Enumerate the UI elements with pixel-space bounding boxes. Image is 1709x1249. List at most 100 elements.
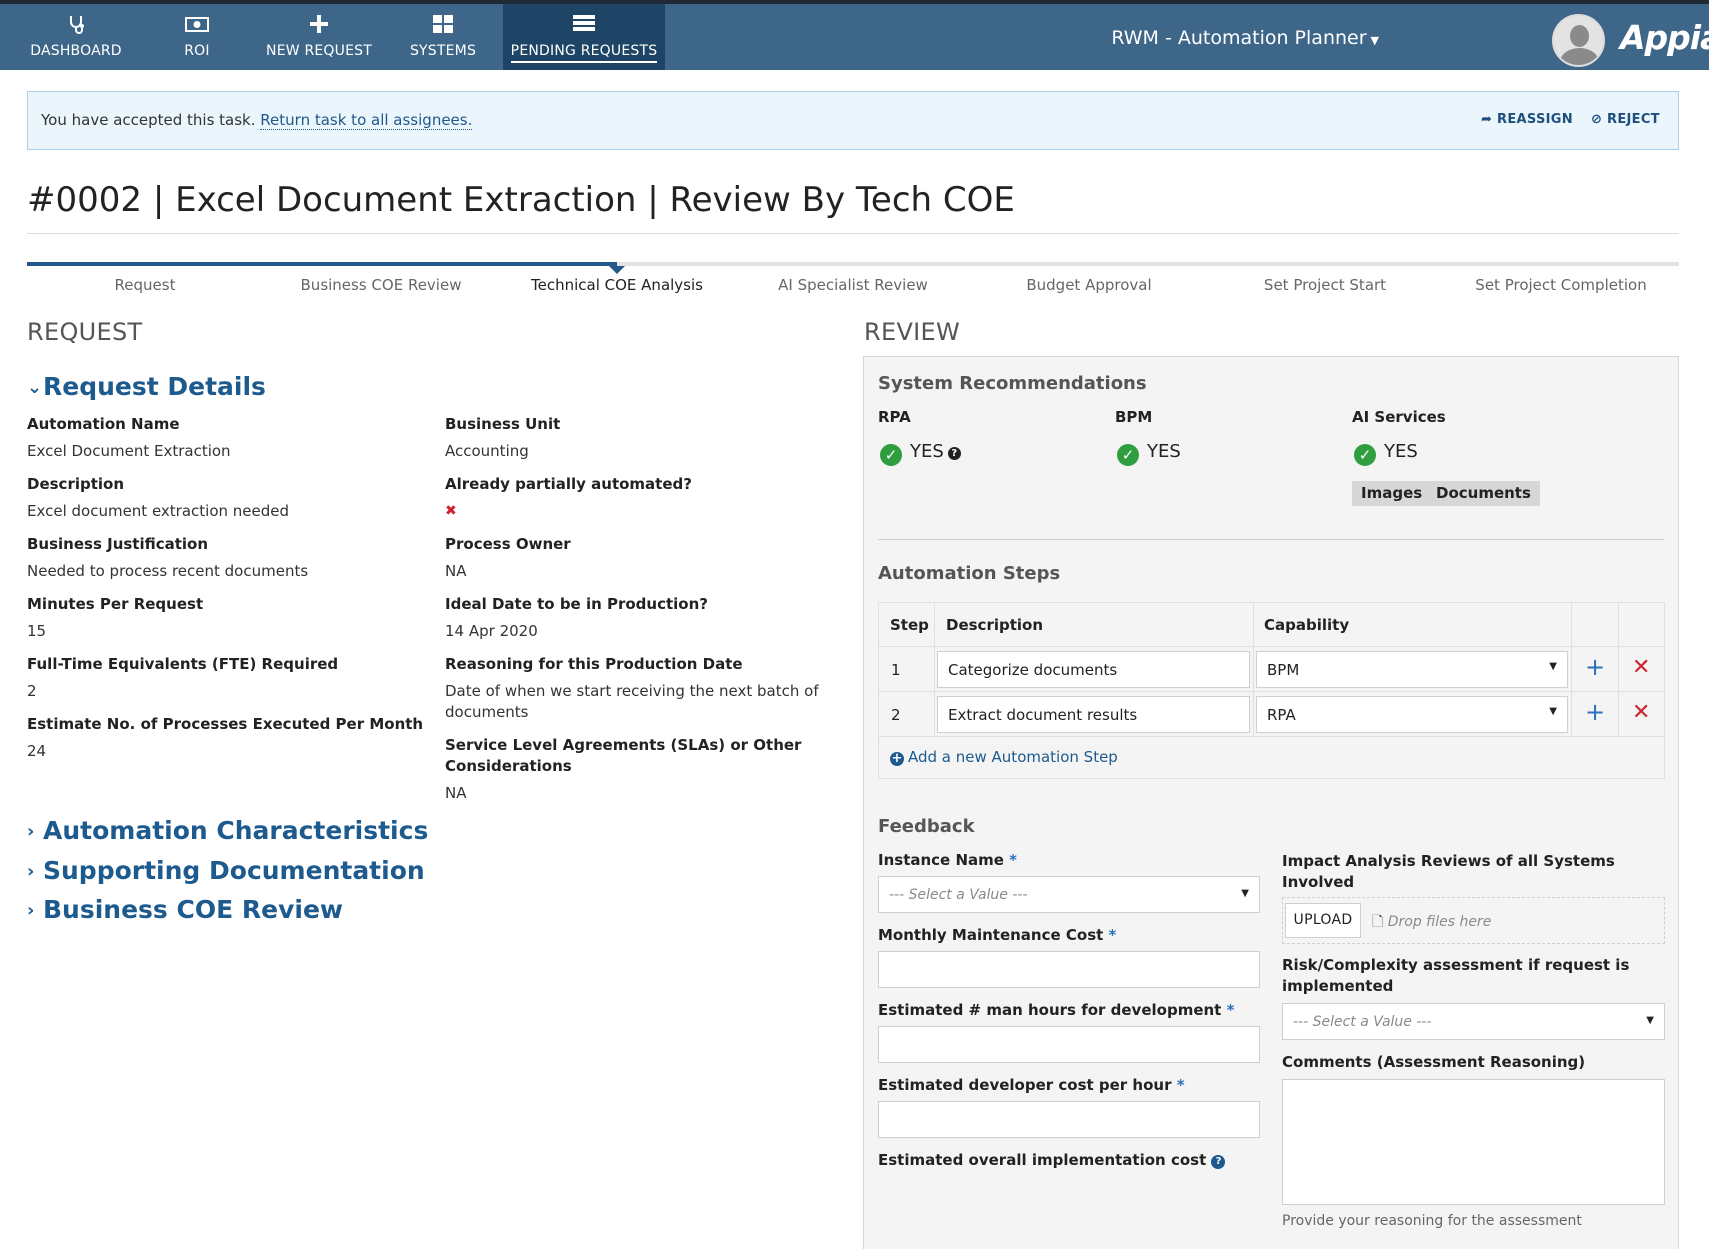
upload-button[interactable]: UPLOAD bbox=[1285, 903, 1361, 938]
reject-label: REJECT bbox=[1607, 112, 1660, 127]
field-label: Full-Time Equivalents (FTE) Required bbox=[27, 655, 339, 673]
avatar-body-shape bbox=[1560, 48, 1599, 65]
step-number: 1 bbox=[891, 661, 901, 679]
instance-name-select[interactable]: --- Select a Value --- ▼ bbox=[878, 876, 1260, 913]
label-text: Estimated developer cost per hour bbox=[878, 1076, 1172, 1094]
nav-roi[interactable]: ROI bbox=[165, 4, 229, 70]
field-value: 15 bbox=[27, 622, 47, 640]
overall-cost-label: Estimated overall implementation cost ? bbox=[878, 1151, 1226, 1169]
question-circle-icon[interactable]: ? bbox=[947, 447, 961, 460]
delete-row-x-icon[interactable]: ✕ bbox=[1632, 655, 1650, 680]
user-avatar[interactable] bbox=[1552, 14, 1605, 67]
step-description-input[interactable]: Categorize documents bbox=[937, 651, 1250, 688]
nav-label: ROI bbox=[184, 43, 210, 59]
section-title: Business COE Review bbox=[43, 895, 344, 924]
section-divider bbox=[878, 539, 1664, 540]
progress-step-current: Technical COE Analysis bbox=[531, 276, 703, 294]
file-icon: 🗋 bbox=[1372, 914, 1384, 930]
row-divider bbox=[879, 736, 1664, 737]
ai-tag: Documents bbox=[1427, 481, 1540, 506]
dev-cost-input[interactable] bbox=[878, 1101, 1260, 1138]
page-title: #0002 | Excel Document Extraction | Revi… bbox=[27, 180, 1015, 220]
required-marker: * bbox=[1009, 851, 1018, 869]
share-arrow-icon: ➦ bbox=[1481, 112, 1493, 127]
required-marker: * bbox=[1108, 926, 1117, 944]
plus-circle-icon: + bbox=[890, 751, 904, 766]
nav-dashboard[interactable]: DASHBOARD bbox=[22, 4, 130, 70]
man-hours-label: Estimated # man hours for development * bbox=[878, 1001, 1234, 1019]
chevron-right-icon: › bbox=[27, 900, 35, 921]
monthly-cost-input[interactable] bbox=[878, 951, 1260, 988]
system-name: RPA bbox=[878, 408, 911, 426]
business-coe-review-toggle[interactable]: › Business COE Review bbox=[27, 895, 343, 924]
field-label: Reasoning for this Production Date bbox=[445, 655, 743, 673]
add-row-plus-icon[interactable]: + bbox=[1585, 698, 1605, 726]
risk-assessment-label: Risk/Complexity assessment if request is… bbox=[1282, 956, 1630, 995]
man-hours-input[interactable] bbox=[878, 1026, 1260, 1063]
add-row-plus-icon[interactable]: + bbox=[1585, 653, 1605, 681]
progress-fill bbox=[27, 262, 617, 266]
ai-services-recommendation: ✓ YES bbox=[1354, 441, 1418, 466]
banner-text: You have accepted this task. bbox=[41, 111, 256, 129]
selected-value: BPM bbox=[1267, 661, 1300, 679]
nav-label: DASHBOARD bbox=[30, 43, 122, 59]
step-description-input[interactable]: Extract document results bbox=[937, 696, 1250, 733]
section-title: Automation Characteristics bbox=[43, 816, 429, 845]
reject-button[interactable]: ⊘ REJECT bbox=[1591, 112, 1660, 127]
caret-down-icon: ▼ bbox=[1549, 706, 1557, 717]
supporting-documentation-toggle[interactable]: › Supporting Documentation bbox=[27, 856, 425, 885]
field-label: Already partially automated? bbox=[445, 475, 692, 493]
column-divider bbox=[1253, 603, 1254, 736]
recommendation-value: YES bbox=[1147, 441, 1181, 462]
progress-step: Business COE Review bbox=[300, 276, 462, 294]
field-value: NA bbox=[445, 562, 467, 580]
nav-pending-requests[interactable]: PENDING REQUESTS bbox=[503, 4, 665, 70]
comments-textarea[interactable] bbox=[1282, 1079, 1665, 1205]
reassign-button[interactable]: ➦ REASSIGN bbox=[1481, 112, 1573, 127]
column-divider bbox=[1618, 603, 1619, 736]
step-capability-select[interactable]: RPA ▼ bbox=[1256, 696, 1568, 733]
add-automation-step-link[interactable]: + Add a new Automation Step bbox=[890, 748, 1118, 766]
ai-tag: Images bbox=[1352, 481, 1432, 506]
avatar-head-shape bbox=[1570, 25, 1589, 47]
row-divider bbox=[879, 691, 1664, 692]
selected-value: RPA bbox=[1267, 706, 1296, 724]
automation-characteristics-toggle[interactable]: › Automation Characteristics bbox=[27, 816, 428, 845]
title-divider bbox=[27, 233, 1679, 234]
nav-new-request[interactable]: NEW REQUEST bbox=[265, 4, 373, 70]
return-task-link[interactable]: Return task to all assignees. bbox=[260, 111, 473, 130]
caret-down-icon: ▼ bbox=[1646, 1015, 1654, 1026]
progress-step: Request bbox=[114, 276, 176, 294]
step-capability-select[interactable]: BPM ▼ bbox=[1256, 651, 1568, 688]
check-circle-icon: ✓ bbox=[1354, 444, 1376, 466]
top-navigation-bar: DASHBOARD ROI NEW REQUEST SYSTEMS PENDIN… bbox=[0, 0, 1709, 70]
recommendation-value: YES bbox=[910, 441, 944, 462]
plus-icon bbox=[265, 13, 373, 35]
label-text: Monthly Maintenance Cost bbox=[878, 926, 1104, 944]
row-divider bbox=[879, 646, 1664, 647]
nav-systems[interactable]: SYSTEMS bbox=[405, 4, 481, 70]
risk-assessment-select[interactable]: --- Select a Value --- ▼ bbox=[1282, 1003, 1665, 1040]
select-placeholder: --- Select a Value --- bbox=[1293, 1014, 1432, 1030]
step-number: 2 bbox=[891, 706, 901, 724]
app-switcher[interactable]: RWM - Automation Planner ▼ bbox=[1111, 27, 1379, 49]
help-icon[interactable]: ? bbox=[1211, 1155, 1226, 1169]
progress-current-marker bbox=[609, 266, 625, 274]
chevron-right-icon: › bbox=[27, 861, 35, 882]
column-header: Capability bbox=[1264, 616, 1350, 634]
reassign-label: REASSIGN bbox=[1497, 112, 1573, 127]
required-marker: * bbox=[1226, 1001, 1235, 1019]
system-recommendations-title: System Recommendations bbox=[878, 373, 1147, 394]
check-circle-icon: ✓ bbox=[880, 444, 902, 466]
field-label: Process Owner bbox=[445, 535, 571, 553]
nav-label: SYSTEMS bbox=[409, 43, 477, 59]
delete-row-x-icon[interactable]: ✕ bbox=[1632, 700, 1650, 725]
label-text: Impact Analysis Reviews of all Systems I… bbox=[1282, 852, 1615, 891]
list-icon bbox=[503, 13, 665, 35]
label-text: Estimated # man hours for development bbox=[878, 1001, 1222, 1019]
field-value: Excel Document Extraction bbox=[27, 442, 231, 460]
request-details-toggle[interactable]: ⌄Request Details bbox=[27, 372, 266, 401]
money-icon bbox=[165, 13, 229, 35]
column-divider bbox=[934, 603, 935, 736]
nav-label: NEW REQUEST bbox=[266, 43, 372, 59]
